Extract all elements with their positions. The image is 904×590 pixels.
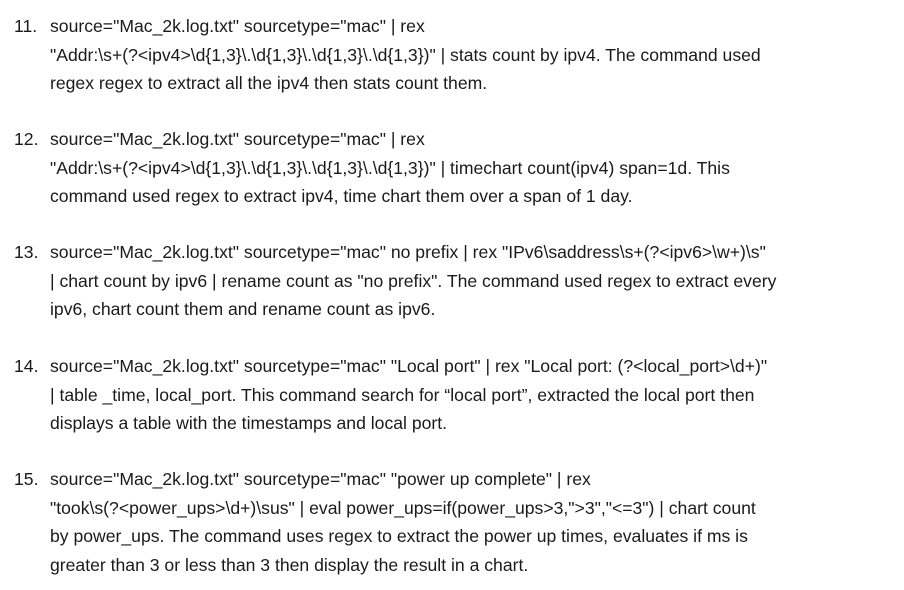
item-text: source="Mac_2k.log.txt" sourcetype="mac"…: [50, 125, 894, 211]
item-line: greater than 3 or less than 3 then displ…: [50, 554, 529, 575]
item-number: 12.: [14, 129, 39, 149]
item-line: "Addr:\s+(?<ipv4>\d{1,3}\.\d{1,3}\.\d{1,…: [50, 44, 761, 65]
item-line: source="Mac_2k.log.txt" sourcetype="mac"…: [50, 16, 425, 36]
item-line: "took\s(?<power_ups>\d+)\sus" | eval pow…: [50, 497, 756, 518]
item-line: | table _time, local_port. This command …: [50, 384, 755, 405]
list-item-12: 12. source="Mac_2k.log.txt" sourcetype="…: [14, 125, 894, 211]
list-item-15: 15. source="Mac_2k.log.txt" sourcetype="…: [14, 465, 894, 579]
item-line: "Addr:\s+(?<ipv4>\d{1,3}\.\d{1,3}\.\d{1,…: [50, 157, 730, 178]
item-line: | chart count by ipv6 | rename count as …: [50, 270, 777, 291]
document-page: 11. source="Mac_2k.log.txt" sourcetype="…: [0, 0, 904, 590]
item-line: regex regex to extract all the ipv4 then…: [50, 73, 488, 93]
item-line: source="Mac_2k.log.txt" sourcetype="mac"…: [50, 356, 768, 376]
item-text: source="Mac_2k.log.txt" sourcetype="mac"…: [50, 12, 894, 98]
item-text: source="Mac_2k.log.txt" sourcetype="mac"…: [50, 465, 894, 579]
item-text: source="Mac_2k.log.txt" sourcetype="mac"…: [50, 238, 894, 324]
item-line: source="Mac_2k.log.txt" sourcetype="mac"…: [50, 242, 766, 262]
item-number: 13.: [14, 242, 39, 262]
item-number: 15.: [14, 469, 39, 489]
item-line: ipv6, chart count them and rename count …: [50, 299, 436, 319]
item-line: source="Mac_2k.log.txt" sourcetype="mac"…: [50, 129, 425, 149]
item-text: source="Mac_2k.log.txt" sourcetype="mac"…: [50, 352, 894, 438]
item-line: command used regex to extract ipv4, time…: [50, 186, 633, 206]
list-item-13: 13. source="Mac_2k.log.txt" sourcetype="…: [14, 238, 894, 324]
item-line: displays a table with the timestamps and…: [50, 413, 448, 433]
list-item-14: 14. source="Mac_2k.log.txt" sourcetype="…: [14, 352, 894, 438]
item-number: 14.: [14, 356, 39, 376]
item-number: 11.: [14, 16, 38, 36]
item-line: source="Mac_2k.log.txt" sourcetype="mac"…: [50, 469, 591, 489]
item-line: by power_ups. The command uses regex to …: [50, 526, 748, 546]
list-item-11: 11. source="Mac_2k.log.txt" sourcetype="…: [14, 12, 894, 98]
